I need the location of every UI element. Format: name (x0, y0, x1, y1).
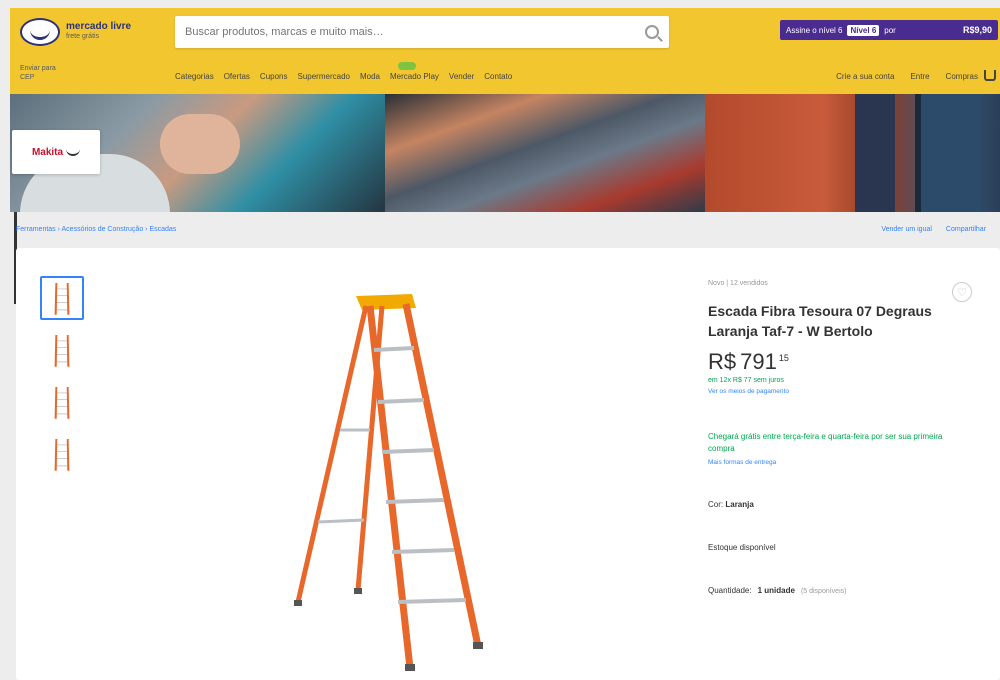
breadcrumb-path[interactable]: Ferramentas › Acessórios de Construção ›… (16, 226, 176, 233)
promo-price: R$9,90 (962, 25, 992, 35)
nav-item-moda[interactable]: Moda (360, 72, 380, 81)
location-value: CEP (20, 74, 35, 81)
thumbnail-gallery (40, 276, 84, 476)
handshake-logo-icon (20, 18, 60, 46)
product-main-image[interactable] (270, 290, 510, 680)
nav-item-categorias[interactable]: Categorias (175, 72, 214, 81)
heart-icon[interactable]: ♡ (952, 282, 972, 302)
available-count: (5 disponíveis) (800, 588, 847, 595)
promo-text: Assine o nível 6 (786, 25, 843, 35)
price-currency: R$ (708, 349, 737, 374)
ladder-thumbnail-icon (54, 282, 70, 315)
color-label: Cor: (708, 500, 724, 509)
site-header: mercado livre frete grátis Assine o níve… (10, 8, 1000, 94)
account-nav: Crie a sua conta Entre Compras (836, 72, 978, 81)
login-link[interactable]: Entre (910, 72, 929, 81)
price: R$ 791 15 (708, 349, 978, 375)
location-label: Enviar para (20, 65, 56, 72)
create-account-link[interactable]: Crie a sua conta (836, 72, 894, 81)
quantity-label: Quantidade: (708, 586, 752, 595)
ladder-thumbnail-icon (54, 386, 70, 419)
thumbnail-1[interactable] (40, 276, 84, 320)
quantity-value: 1 unidade (757, 586, 795, 595)
promo-badge: Nível 6 (847, 24, 880, 36)
product-info: Novo | 12 vendidos ♡ Escada Fibra Tesour… (708, 280, 978, 595)
thumbnail-2[interactable] (40, 328, 84, 372)
breadcrumb: Ferramentas › Acessórios de Construção ›… (16, 218, 1000, 240)
site-logo[interactable]: mercado livre frete grátis (20, 18, 136, 46)
nav-item-mercado-play[interactable]: Mercado Play (390, 62, 439, 81)
cart-icon[interactable] (984, 70, 996, 81)
nav-item-contato[interactable]: Contato (484, 72, 512, 81)
color-selector[interactable]: Cor: Laranja (708, 500, 978, 509)
ladder-thumbnail-icon (54, 438, 70, 471)
banner-image-pressure-washer (705, 94, 1000, 212)
share-link[interactable]: Compartilhar (946, 226, 986, 233)
sell-similar-link[interactable]: Vender um igual (881, 226, 932, 233)
stock-status: Estoque disponível (708, 543, 776, 552)
purchases-link[interactable]: Compras (946, 72, 978, 81)
ladder-image (294, 294, 483, 671)
brand-tag[interactable]: Makita (12, 130, 100, 174)
banner-image-tools (385, 94, 705, 212)
nav-item-cupons[interactable]: Cupons (260, 72, 288, 81)
ladder-thumbnail-icon (54, 334, 70, 367)
product-title: Escada Fibra Tesoura 07 Degraus Laranja … (708, 303, 932, 339)
promo-note: por (884, 25, 896, 35)
search-icon[interactable] (645, 25, 659, 39)
nav-item-vender[interactable]: Vender (449, 72, 474, 81)
nav-item-supermercado[interactable]: Supermercado (298, 72, 350, 81)
search-input[interactable] (185, 26, 645, 38)
price-value: 791 (740, 349, 777, 374)
quantity-selector[interactable]: Quantidade: 1 unidade (5 disponíveis) (708, 586, 978, 595)
price-cents: 15 (778, 353, 789, 363)
search-bar (175, 16, 669, 48)
payment-methods-link[interactable]: Ver os meios de pagamento (708, 388, 978, 395)
delivery-options-link[interactable]: Mais formas de entrega (708, 459, 978, 466)
condition-sold-count: Novo | 12 vendidos (708, 280, 768, 287)
color-value: Laranja (725, 500, 754, 509)
product-page: mercado livre frete grátis Assine o níve… (0, 0, 1000, 680)
nav-item-ofertas[interactable]: Ofertas (224, 72, 250, 81)
installments: em 12x R$ 77 sem juros (708, 377, 784, 384)
promo-banner[interactable]: Assine o nível 6 Nível 6 por R$9,90 (780, 20, 998, 40)
main-nav: Categorias Ofertas Cupons Supermercado M… (175, 62, 512, 81)
shipping-info: Chegará grátis entre terça-feira e quart… (708, 432, 943, 453)
logo-title: mercado livre (66, 21, 132, 32)
hero-banner[interactable] (10, 94, 1000, 212)
location-selector[interactable]: Enviar para CEP (20, 64, 56, 82)
thumbnail-3[interactable] (40, 380, 84, 424)
logo-subtitle: frete grátis (66, 33, 100, 40)
thumbnail-4[interactable] (40, 432, 84, 476)
